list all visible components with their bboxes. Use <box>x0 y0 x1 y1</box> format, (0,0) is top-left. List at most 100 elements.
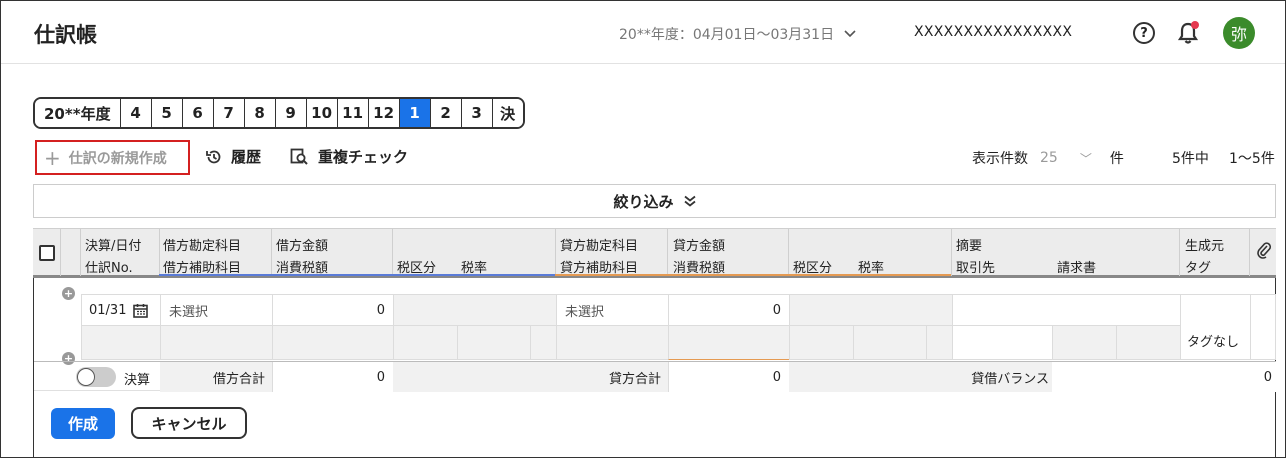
tag-cell[interactable]: タグなし <box>1180 294 1251 360</box>
month-tab[interactable]: 2 <box>429 99 461 127</box>
credit-total-label: 貸方合計 <box>556 362 669 392</box>
header-credit-account: 貸方勘定科目 <box>560 239 639 254</box>
credit-total-value: 0 <box>668 362 790 392</box>
invoice-cell <box>1052 325 1117 360</box>
month-tabs: 20**年度 4 5 6 7 8 9 10 11 12 1 2 3 決 <box>33 97 525 129</box>
new-entry-button[interactable]: + 仕訳の新規作成 <box>35 140 190 175</box>
header-source: 生成元 <box>1185 239 1225 254</box>
header-summary: 摘要 <box>956 239 983 254</box>
closing-toggle[interactable] <box>76 367 116 387</box>
duplicate-search-icon <box>290 148 308 165</box>
fiscal-year-label: 20**年度：04月01日〜03月31日 <box>619 27 835 43</box>
credit-underline <box>555 274 951 276</box>
closing-label: 決算 <box>124 373 151 388</box>
debit-tax-rate <box>457 325 531 360</box>
credit-tax-cell <box>789 294 953 326</box>
company-name: XXXXXXXXXXXXXXXX <box>914 24 1073 40</box>
debit-tax-amount <box>272 325 394 360</box>
chevron-down-icon <box>844 30 856 38</box>
duplicate-check-label: 重複チェック <box>318 148 409 166</box>
table-header: 決算/日付 借方勘定科目 借方金額 貸方勘定科目 貸方金額 摘要 生成元 仕訳N… <box>33 228 1276 278</box>
journal-entry-row: 01/31 未選択 0 未選択 0 タグなし + + <box>34 278 1276 365</box>
debit-tax-extra <box>530 325 557 360</box>
debit-underline <box>159 274 555 276</box>
month-tab[interactable]: 決 <box>491 99 523 127</box>
debit-sub-select[interactable] <box>160 325 273 360</box>
help-icon[interactable]: ? <box>1133 22 1155 44</box>
attachment-cell[interactable] <box>1250 294 1276 360</box>
new-entry-label: 仕訳の新規作成 <box>68 150 167 167</box>
month-tab[interactable]: 4 <box>119 99 151 127</box>
debit-account-select[interactable]: 未選択 <box>160 294 273 326</box>
select-all-checkbox[interactable] <box>39 245 55 261</box>
header-credit-amount: 貸方金額 <box>673 239 726 254</box>
debit-amount-input[interactable]: 0 <box>272 294 394 326</box>
toggle-knob <box>77 368 95 386</box>
credit-sub-select[interactable] <box>556 325 669 360</box>
date-field[interactable]: 01/31 <box>81 294 161 326</box>
month-tab[interactable]: 20**年度 <box>35 99 120 127</box>
header-debit-account: 借方勘定科目 <box>163 239 242 254</box>
invoice-extra-cell <box>1116 325 1181 360</box>
history-label: 履歴 <box>231 148 262 166</box>
header-invoice: 請求書 <box>1057 261 1097 276</box>
month-tab[interactable]: 1 <box>398 99 430 127</box>
per-page-select[interactable]: 25 <box>1040 150 1058 166</box>
credit-account-select[interactable]: 未選択 <box>556 294 669 326</box>
totals-row: 決算 借方合計 0 貸方合計 0 貸借バランス 0 <box>34 361 1276 392</box>
debit-tax-category <box>393 325 458 360</box>
balance-label: 貸借バランス <box>952 362 1053 392</box>
calendar-icon[interactable] <box>133 303 149 318</box>
filter-label: 絞り込み <box>613 192 674 211</box>
month-tab[interactable]: 11 <box>336 99 368 127</box>
filter-toggle[interactable]: 絞り込み <box>33 184 1276 218</box>
month-tab[interactable]: 3 <box>460 99 492 127</box>
month-tab[interactable]: 10 <box>305 99 337 127</box>
record-range: 1〜5件 <box>1229 151 1275 167</box>
per-page-label: 表示件数 <box>972 151 1028 167</box>
debit-tax-cell <box>393 294 557 326</box>
add-row-above-icon[interactable]: + <box>62 287 75 300</box>
credit-tax-amount <box>668 325 790 360</box>
partner-select[interactable] <box>952 325 1053 360</box>
month-tab[interactable]: 9 <box>274 99 306 127</box>
month-tab[interactable]: 8 <box>243 99 275 127</box>
chevron-down-icon[interactable]: ﹀ <box>1080 150 1092 167</box>
header-tag: タグ <box>1185 261 1212 276</box>
notification-dot <box>1191 21 1199 29</box>
per-page-unit: 件 <box>1109 151 1124 167</box>
fiscal-year-select[interactable]: 20**年度：04月01日〜03月31日 <box>619 24 856 44</box>
credit-amount-input[interactable]: 0 <box>668 294 790 326</box>
app-header: 仕訳帳 20**年度：04月01日〜03月31日 XXXXXXXXXXXXXXX… <box>1 1 1285 64</box>
avatar[interactable]: 弥 <box>1223 17 1255 49</box>
debit-total-filler <box>393 362 557 392</box>
debit-total-label: 借方合計 <box>160 362 273 392</box>
header-partner: 取引先 <box>956 261 996 276</box>
create-button[interactable]: 作成 <box>51 408 115 439</box>
total-count: 5件中 <box>1172 151 1209 167</box>
per-page-control: 表示件数 25 ﹀ 件 <box>972 148 1124 168</box>
debit-total-value: 0 <box>272 362 394 392</box>
double-chevron-down-icon <box>683 195 696 207</box>
summary-input[interactable] <box>952 294 1181 326</box>
history-button[interactable]: 履歴 <box>205 146 261 167</box>
paperclip-icon <box>1257 242 1271 259</box>
date-value: 01/31 <box>89 302 127 318</box>
balance-value: 0 <box>1052 362 1276 392</box>
month-tab[interactable]: 5 <box>150 99 182 127</box>
header-debit-amount: 借方金額 <box>276 239 329 254</box>
credit-tax-category <box>789 325 854 360</box>
history-icon <box>206 150 221 163</box>
credit-tax-extra <box>926 325 953 360</box>
page-title: 仕訳帳 <box>34 23 97 47</box>
month-tab[interactable]: 12 <box>367 99 399 127</box>
entry-no-cell <box>81 325 161 360</box>
credit-total-filler <box>789 362 953 392</box>
month-tab[interactable]: 6 <box>181 99 213 127</box>
plus-icon: + <box>44 145 61 170</box>
header-entry-no: 仕訳No. <box>85 261 133 276</box>
month-tab[interactable]: 7 <box>212 99 244 127</box>
credit-tax-rate <box>853 325 927 360</box>
duplicate-check-button[interactable]: 重複チェック <box>290 146 408 167</box>
cancel-button[interactable]: キャンセル <box>131 407 247 439</box>
